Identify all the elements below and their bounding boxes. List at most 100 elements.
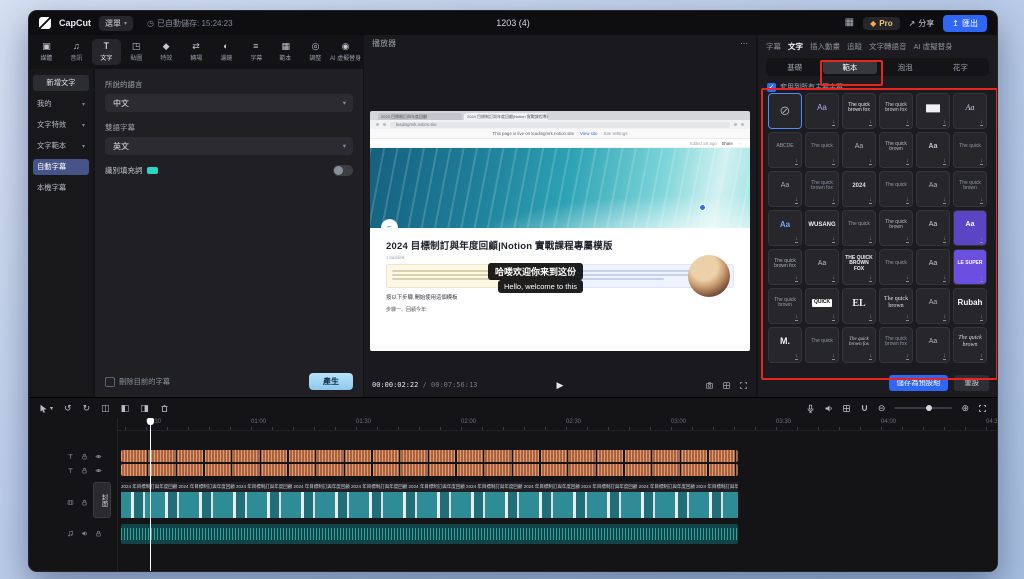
trim-left-icon[interactable]: ◧ xyxy=(121,404,130,413)
lock-icon[interactable] xyxy=(81,467,88,474)
download-icon[interactable]: ↓ xyxy=(832,236,835,243)
snapshot-icon[interactable] xyxy=(705,381,714,390)
template-tile[interactable]: THE QUICK BROWN FOX↓ xyxy=(842,249,876,285)
sidebar-item[interactable]: 文字特效▾ xyxy=(33,117,89,133)
template-tile[interactable]: Aa↓ xyxy=(953,93,987,129)
cover-button[interactable]: 封面 xyxy=(93,482,111,518)
template-tile[interactable]: M.↓ xyxy=(768,327,802,363)
template-tile[interactable]: The quick↓ xyxy=(879,171,913,207)
download-icon[interactable]: ↓ xyxy=(795,236,798,243)
download-icon[interactable]: ↓ xyxy=(980,314,983,321)
style-subtab[interactable]: 基礎 xyxy=(768,60,821,74)
video-clip[interactable]: 2024 年目標制訂與年度回顧 2024 年目標制訂與年度回顧 2024 年目標… xyxy=(121,482,738,518)
generate-button[interactable]: 產生 xyxy=(309,373,353,390)
download-icon[interactable]: ↓ xyxy=(906,236,909,243)
layout-icon[interactable]: ▦ xyxy=(845,18,854,28)
undo-icon[interactable]: ↺ xyxy=(64,404,72,413)
template-tile[interactable]: Aa↓ xyxy=(768,210,802,246)
mute-track-icon[interactable] xyxy=(81,530,88,537)
media-tab[interactable]: ▦範本 xyxy=(271,39,300,65)
media-tab[interactable]: ♫音訊 xyxy=(62,39,91,65)
template-tile[interactable]: Aa↓ xyxy=(916,249,950,285)
template-tile[interactable]: Aa↓ xyxy=(916,210,950,246)
sidebar-item[interactable]: 我的▾ xyxy=(33,96,89,112)
download-icon[interactable]: ↓ xyxy=(980,197,983,204)
lock-icon[interactable] xyxy=(81,453,88,460)
template-tile[interactable]: ▆▆↓ xyxy=(916,93,950,129)
tracks-icon[interactable] xyxy=(842,404,851,413)
style-subtab[interactable]: 花字 xyxy=(934,60,987,74)
reset-button[interactable]: 重設 xyxy=(954,375,989,391)
export-button[interactable]: ↥匯出 xyxy=(943,15,987,32)
download-icon[interactable]: ↓ xyxy=(869,314,872,321)
zoom-slider-knob[interactable] xyxy=(926,405,932,411)
mic-icon[interactable] xyxy=(806,404,815,413)
timeline-zoom-slider[interactable] xyxy=(894,407,952,409)
template-tile[interactable]: Aa↓ xyxy=(805,93,839,129)
trim-right-icon[interactable]: ◨ xyxy=(140,404,149,413)
apply-all-checkbox[interactable]: ✓ xyxy=(767,83,776,92)
media-tab[interactable]: ◆特效 xyxy=(152,39,181,65)
download-icon[interactable]: ↓ xyxy=(906,158,909,165)
bilingual-select[interactable]: 英文▾ xyxy=(105,137,353,155)
template-tile[interactable]: Aa↓ xyxy=(768,171,802,207)
share-button[interactable]: ↗分享 xyxy=(909,18,935,29)
media-tab[interactable]: ◳貼圖 xyxy=(122,39,151,65)
select-tool[interactable]: ▾ xyxy=(39,404,53,413)
download-icon[interactable]: ↓ xyxy=(906,314,909,321)
download-icon[interactable]: ↓ xyxy=(869,158,872,165)
subtitle-overlay-cn[interactable]: 哈喽欢迎你来到这份 xyxy=(488,263,583,280)
download-icon[interactable]: ↓ xyxy=(980,158,983,165)
menu-button[interactable]: 選單▾ xyxy=(99,16,133,31)
pro-badge[interactable]: ◆Pro xyxy=(863,17,900,30)
template-tile[interactable]: The quick↓ xyxy=(953,132,987,168)
sidebar-item[interactable]: 本機字幕 xyxy=(33,180,89,196)
audio-clip[interactable] xyxy=(121,524,738,544)
template-tile[interactable]: The quick↓ xyxy=(805,327,839,363)
zoom-in-icon[interactable]: ⊕ xyxy=(961,403,969,414)
download-icon[interactable]: ↓ xyxy=(943,119,946,126)
download-icon[interactable]: ↓ xyxy=(980,353,983,360)
properties-tab[interactable]: AI 虛擬替身 xyxy=(914,41,953,52)
browser-tab-active[interactable]: 2024 目標制訂與年度回顧|Notion 實戰課程專屬模版 xyxy=(464,113,548,120)
download-icon[interactable]: ↓ xyxy=(869,275,872,282)
timeline-ruler[interactable]: 00:3001:0001:3002:0002:3003:0003:3004:00… xyxy=(117,418,997,431)
hide-track-icon[interactable] xyxy=(95,453,102,460)
sidebar-item[interactable]: 文字範本▾ xyxy=(33,138,89,154)
download-icon[interactable]: ↓ xyxy=(980,275,983,282)
template-tile[interactable]: Aa↓ xyxy=(805,249,839,285)
save-preset-button[interactable]: 儲存為預設組 xyxy=(889,375,949,391)
template-tile[interactable]: Aa↓ xyxy=(953,210,987,246)
media-tab[interactable]: ▣媒體 xyxy=(32,39,61,65)
template-tile[interactable]: The quick brown↓ xyxy=(879,288,913,324)
template-tile[interactable]: ABCDE↓ xyxy=(768,132,802,168)
speaker-icon[interactable] xyxy=(824,404,833,413)
download-icon[interactable]: ↓ xyxy=(943,197,946,204)
download-icon[interactable]: ↓ xyxy=(943,353,946,360)
properties-tab[interactable]: 文字轉語音 xyxy=(869,41,907,52)
template-tile[interactable]: EL↓ xyxy=(842,288,876,324)
hide-track-icon[interactable] xyxy=(95,467,102,474)
download-icon[interactable]: ↓ xyxy=(795,353,798,360)
download-icon[interactable]: ↓ xyxy=(943,236,946,243)
download-icon[interactable]: ↓ xyxy=(832,275,835,282)
template-tile[interactable]: The quick brown fox↓ xyxy=(768,249,802,285)
properties-tab[interactable]: 插入動畫 xyxy=(810,41,840,52)
download-icon[interactable]: ↓ xyxy=(906,197,909,204)
properties-tab[interactable]: 文字 xyxy=(788,41,803,52)
template-tile[interactable]: The quick↓ xyxy=(879,249,913,285)
template-tile[interactable]: The quick brown fox↓ xyxy=(842,93,876,129)
template-tile-none[interactable]: ⊘ xyxy=(768,93,802,129)
download-icon[interactable]: ↓ xyxy=(832,353,835,360)
template-tile[interactable]: LE SUPER↓ xyxy=(953,249,987,285)
template-tile[interactable]: The quick brown↓ xyxy=(879,210,913,246)
template-tile[interactable]: The quick brown fox↓ xyxy=(842,327,876,363)
download-icon[interactable]: ↓ xyxy=(869,119,872,126)
download-icon[interactable]: ↓ xyxy=(980,119,983,126)
download-icon[interactable]: ↓ xyxy=(795,314,798,321)
download-icon[interactable]: ↓ xyxy=(906,353,909,360)
lock-icon[interactable] xyxy=(95,530,102,537)
template-tile[interactable]: Rubah↓ xyxy=(953,288,987,324)
download-icon[interactable]: ↓ xyxy=(943,275,946,282)
download-icon[interactable]: ↓ xyxy=(795,197,798,204)
